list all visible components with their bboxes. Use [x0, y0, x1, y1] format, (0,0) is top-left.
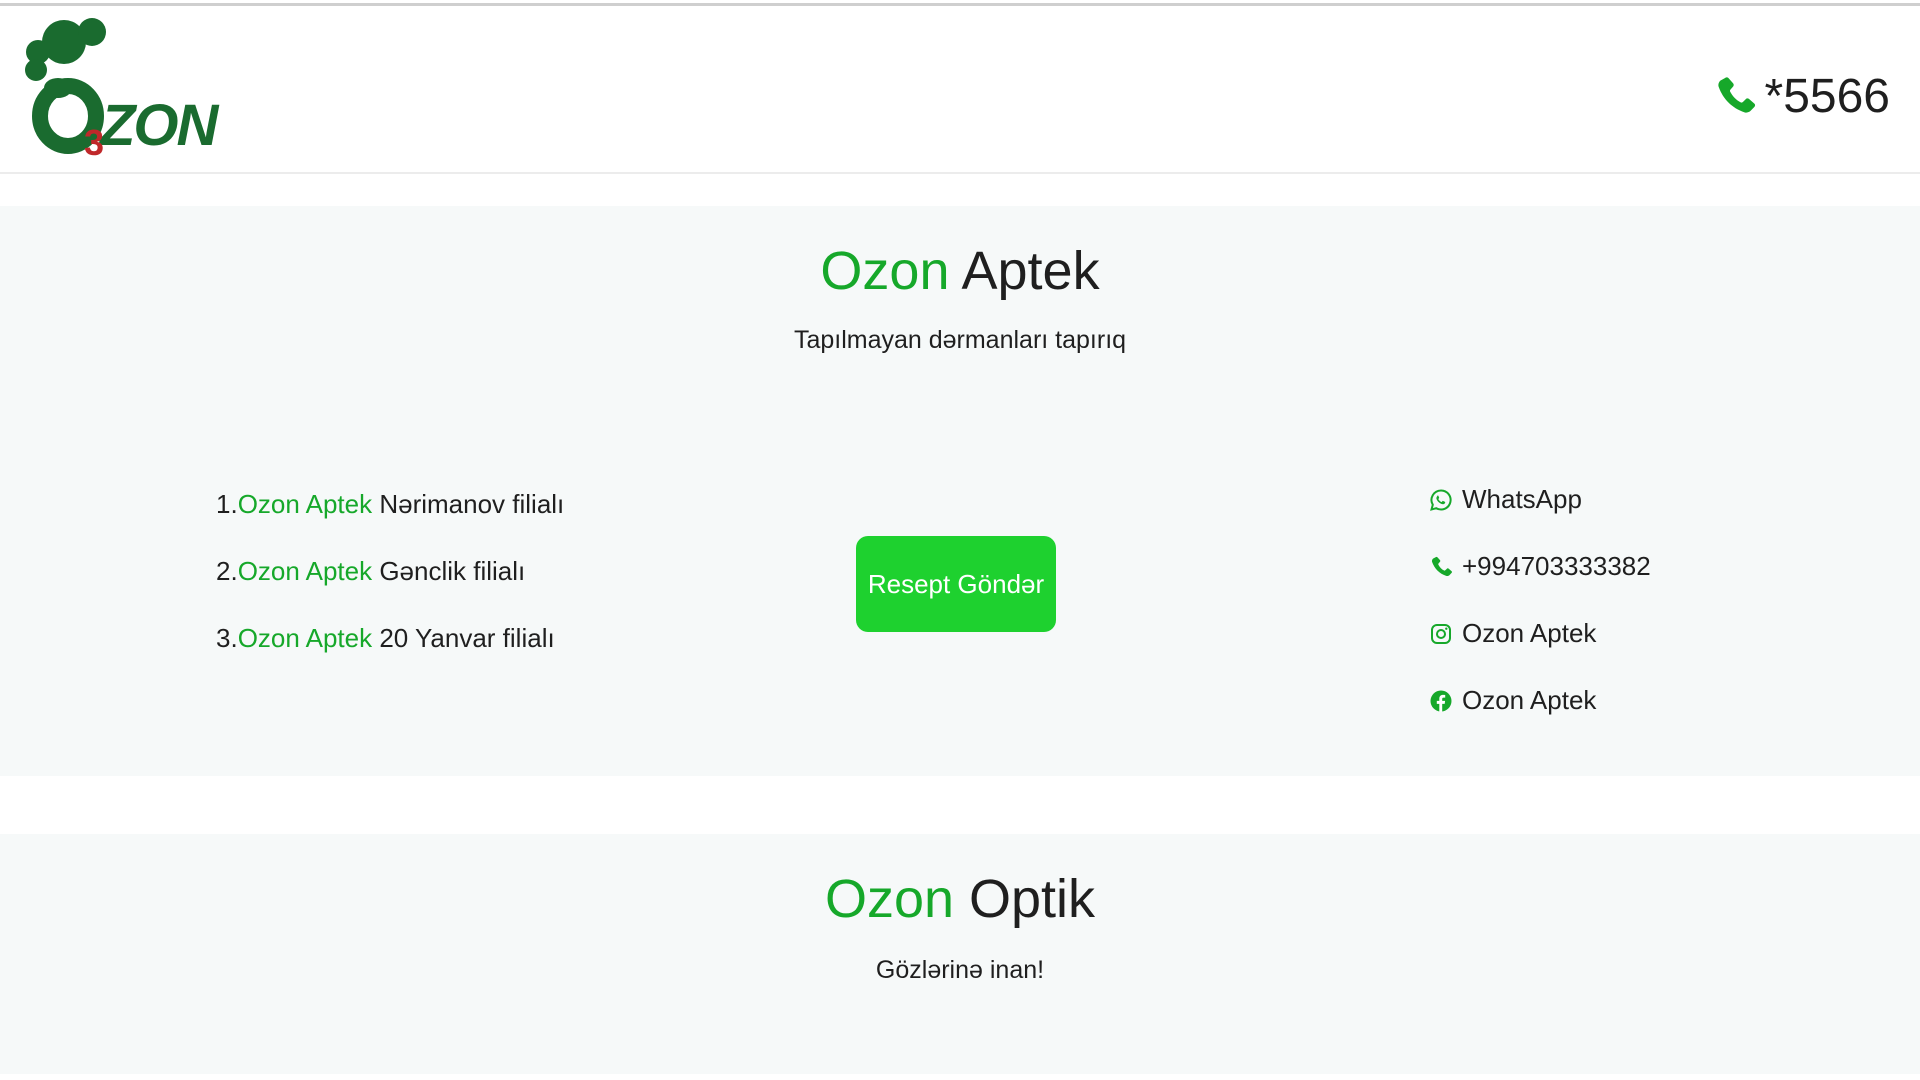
- contact-facebook-label: Ozon Aptek: [1462, 685, 1597, 715]
- contact-phone-link[interactable]: +994703333382: [1428, 533, 1651, 600]
- facebook-icon: [1428, 688, 1454, 714]
- contact-list: WhatsApp +994703333382 Ozon Aptek Ozon A…: [1428, 466, 1651, 734]
- contact-instagram-label: Ozon Aptek: [1462, 618, 1597, 648]
- aptek-section: Ozon Aptek Tapılmayan dərmanları tapırıq…: [0, 206, 1920, 776]
- contact-facebook-link[interactable]: Ozon Aptek: [1428, 667, 1651, 734]
- optik-title: Ozon Optik: [0, 868, 1920, 930]
- header-phone-link[interactable]: *5566: [1711, 64, 1890, 128]
- optik-title-rest: Optik: [954, 869, 1096, 929]
- contact-whatsapp-link[interactable]: WhatsApp: [1428, 466, 1651, 533]
- branch-number: 2.: [216, 556, 238, 586]
- site-header: ZON 3 *5566: [0, 6, 1920, 174]
- optik-title-brand: Ozon: [824, 869, 955, 929]
- whatsapp-icon: [1428, 487, 1454, 513]
- logo-wordmark: ZON: [100, 93, 218, 158]
- contact-instagram-link[interactable]: Ozon Aptek: [1428, 600, 1651, 667]
- phone-icon: [1428, 554, 1454, 580]
- branch-brand: Ozon Aptek: [237, 623, 373, 653]
- branch-brand: Ozon Aptek: [237, 489, 373, 519]
- phone-icon: [1711, 70, 1759, 122]
- branch-list: 1.Ozon Aptek Nərimanov filialı 2.Ozon Ap…: [216, 486, 564, 687]
- branch-item-20-yanvar: 3.Ozon Aptek 20 Yanvar filialı: [216, 620, 564, 687]
- contact-whatsapp-label: WhatsApp: [1462, 484, 1582, 514]
- send-prescription-button[interactable]: Resept Göndər: [856, 536, 1056, 632]
- branch-brand: Ozon Aptek: [237, 556, 373, 586]
- aptek-title-rest: Aptek: [949, 241, 1100, 301]
- branch-number: 3.: [216, 623, 238, 653]
- branch-name: Nərimanov filialı: [372, 489, 565, 519]
- ozon-logo[interactable]: ZON 3: [16, 12, 218, 172]
- header-phone-number: *5566: [1764, 69, 1890, 123]
- aptek-title-brand: Ozon: [820, 241, 950, 301]
- contact-phone-label: +994703333382: [1462, 551, 1651, 581]
- branch-name: 20 Yanvar filialı: [372, 623, 555, 653]
- branch-number: 1.: [216, 489, 238, 519]
- branch-name: Gənclik filialı: [372, 556, 526, 586]
- optik-section: Ozon Optik Gözlərinə inan!: [0, 834, 1920, 1074]
- aptek-title: Ozon Aptek: [0, 240, 1920, 302]
- instagram-icon: [1428, 621, 1454, 647]
- optik-subtitle: Gözlərinə inan!: [875, 956, 1045, 984]
- branch-item-genclik: 2.Ozon Aptek Gənclik filialı: [216, 553, 564, 620]
- aptek-subtitle: Tapılmayan dərmanları tapırıq: [793, 326, 1127, 354]
- logo-subscript: 3: [84, 122, 105, 163]
- branch-item-narimanov: 1.Ozon Aptek Nərimanov filialı: [216, 486, 564, 553]
